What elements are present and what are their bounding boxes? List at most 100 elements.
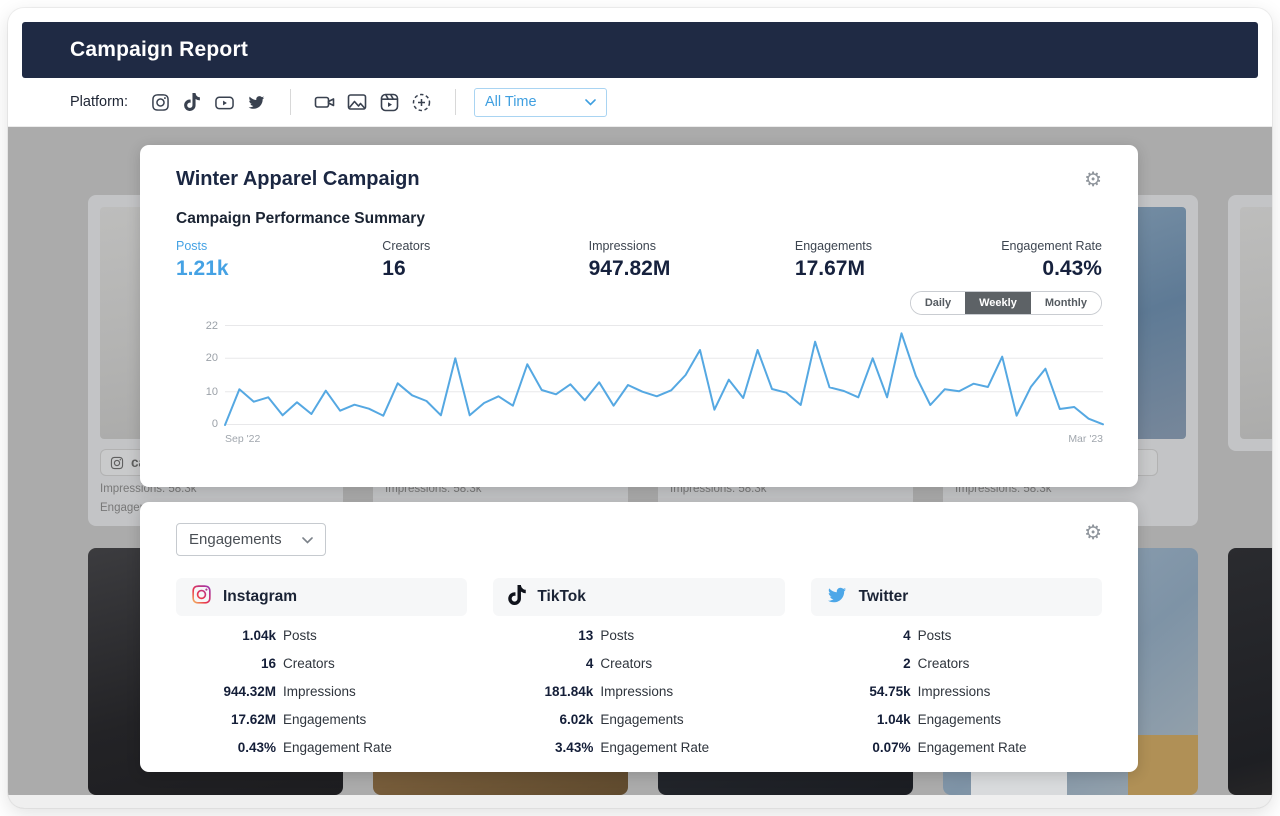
stat-impressions[interactable]: Impressions 947.82M xyxy=(589,239,679,281)
stat-value: 947.82M xyxy=(589,257,679,281)
stat-label: Engagements xyxy=(600,712,683,727)
stat-label: Engagements xyxy=(795,239,885,253)
image-icon xyxy=(347,93,367,111)
stat-label: Impressions xyxy=(918,684,991,699)
stat-label: Engagement Rate xyxy=(918,740,1027,755)
campaign-title: Winter Apparel Campaign xyxy=(176,168,420,191)
stat-value: 944.32M xyxy=(176,684,276,699)
platform-header: TikTok xyxy=(493,578,784,616)
platform-column-instagram: Instagram 1.04kPosts 16Creators 944.32MI… xyxy=(176,578,467,768)
x-tick-start: Sep '22 xyxy=(225,433,260,445)
add-circle-dashed-icon xyxy=(412,93,431,112)
stat-label: Engagements xyxy=(918,712,1001,727)
platforms-row: Instagram 1.04k Posts 16 Creators 944.32M I… xyxy=(176,578,1102,768)
platform-stats: 4Posts 2Creators 54.75kImpressions 1.04k… xyxy=(811,628,1102,768)
campaign-summary-card: Winter Apparel Campaign ⚙ Campaign Perfo… xyxy=(140,145,1138,487)
stat-value: 17.62M xyxy=(176,712,276,727)
add-source-button[interactable] xyxy=(408,89,434,115)
y-tick: 10 xyxy=(206,386,218,398)
stat-engagement-rate[interactable]: Engagement Rate 0.43% xyxy=(1001,239,1102,281)
app-window: Campaign Report Platform: xyxy=(8,8,1272,808)
time-range-value: All Time xyxy=(485,94,537,110)
instagram-icon xyxy=(191,584,212,610)
time-range-select[interactable]: All Time xyxy=(474,88,607,117)
stat-value: 6.02k xyxy=(493,712,593,727)
toggle-monthly[interactable]: Monthly xyxy=(1031,292,1101,314)
instagram-filter-button[interactable] xyxy=(147,89,173,115)
stat-value: 0.43% xyxy=(1001,257,1102,281)
summary-stats-row: Posts 1.21k Creators 16 Impressions 947.… xyxy=(176,239,1102,281)
stat-creators[interactable]: Creators 16 xyxy=(382,239,472,281)
metric-select-value: Engagements xyxy=(189,531,282,548)
filter-toolbar: Platform: xyxy=(8,78,1272,127)
toggle-weekly[interactable]: Weekly xyxy=(965,292,1031,314)
settings-icon[interactable]: ⚙ xyxy=(1084,170,1102,190)
platform-header: Twitter xyxy=(811,578,1102,616)
reels-filter-button[interactable] xyxy=(376,89,402,115)
granularity-toggle: Daily Weekly Monthly xyxy=(910,291,1102,315)
stat-value: 2 xyxy=(811,656,911,671)
post-image xyxy=(1240,207,1272,439)
next-row-strip xyxy=(8,795,1272,808)
stat-value: 13 xyxy=(493,628,593,643)
tiktok-filter-button[interactable] xyxy=(179,89,205,115)
stat-value: 1.04k xyxy=(811,712,911,727)
platform-column-tiktok: TikTok 13Posts 4Creators 181.84kImpressi… xyxy=(493,578,784,768)
toggle-daily[interactable]: Daily xyxy=(911,292,965,314)
stat-value: 0.07% xyxy=(811,740,911,755)
twitter-icon xyxy=(826,586,848,609)
video-filter-button[interactable] xyxy=(312,89,338,115)
tiktok-icon xyxy=(508,585,526,610)
stat-value: 4 xyxy=(811,628,911,643)
reels-icon xyxy=(380,93,399,112)
settings-icon[interactable]: ⚙ xyxy=(1084,523,1102,543)
platform-column-twitter: Twitter 4Posts 2Creators 54.75kImpressio… xyxy=(811,578,1102,768)
stat-value: 16 xyxy=(382,257,472,281)
stat-label: Posts xyxy=(283,628,317,643)
youtube-filter-button[interactable] xyxy=(211,89,237,115)
y-tick: 20 xyxy=(206,352,218,364)
video-icon xyxy=(314,93,336,111)
summary-title: Campaign Performance Summary xyxy=(176,210,1102,228)
y-tick: 22 xyxy=(206,320,218,332)
stat-value: 3.43% xyxy=(493,740,593,755)
report-content-area: car Impressions: 58.3k Engagements: Impr… xyxy=(8,127,1272,808)
platform-name: Instagram xyxy=(223,588,297,606)
page-title: Campaign Report xyxy=(22,38,248,62)
stat-label: Creators xyxy=(600,656,652,671)
stat-label: Impressions xyxy=(600,684,673,699)
tiktok-icon xyxy=(184,93,200,111)
stat-label: Engagement Rate xyxy=(600,740,709,755)
background-photo xyxy=(1228,548,1272,795)
stat-value: 0.43% xyxy=(176,740,276,755)
image-filter-button[interactable] xyxy=(344,89,370,115)
chart-x-axis: Sep '22 Mar '23 xyxy=(225,433,1103,445)
platform-stats: 13Posts 4Creators 181.84kImpressions 6.0… xyxy=(493,628,784,768)
instagram-icon xyxy=(110,456,124,470)
chart-plot-area xyxy=(225,325,1103,425)
y-tick: 0 xyxy=(212,418,218,430)
toolbar-divider-2 xyxy=(455,89,456,115)
toolbar-divider xyxy=(290,89,291,115)
chart-y-axis: 22 20 10 0 xyxy=(176,325,218,425)
stat-value: 4 xyxy=(493,656,593,671)
platform-breakdown-card: Engagements ⚙ xyxy=(140,502,1138,772)
platform-stats: 1.04kPosts 16Creators 944.32MImpressions… xyxy=(176,628,467,768)
twitter-icon xyxy=(247,94,266,111)
chart-line xyxy=(225,333,1103,425)
platform-name: TikTok xyxy=(537,588,586,606)
stat-value: 1.04k xyxy=(176,628,276,643)
twitter-filter-button[interactable] xyxy=(243,89,269,115)
stat-label: Creators xyxy=(382,239,472,253)
stat-label: Impressions xyxy=(283,684,356,699)
stat-label: Engagement Rate xyxy=(1001,239,1102,253)
stat-posts[interactable]: Posts 1.21k xyxy=(176,239,266,281)
x-tick-end: Mar '23 xyxy=(1068,433,1103,445)
stat-label: Posts xyxy=(176,239,266,253)
stat-engagements[interactable]: Engagements 17.67M xyxy=(795,239,885,281)
platform-name: Twitter xyxy=(859,588,909,606)
stat-value: 16 xyxy=(176,656,276,671)
stat-value: 181.84k xyxy=(493,684,593,699)
stat-label: Engagement Rate xyxy=(283,740,392,755)
metric-select[interactable]: Engagements xyxy=(176,523,326,556)
